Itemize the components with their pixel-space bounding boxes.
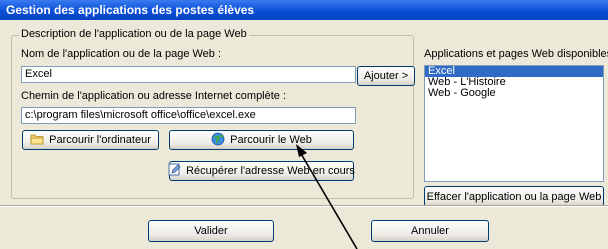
folder-icon (30, 133, 44, 148)
name-input[interactable]: Excel (21, 66, 356, 83)
browse-computer-label: Parcourir l'ordinateur (49, 134, 151, 146)
browse-web-label: Parcourir le Web (230, 134, 312, 146)
list-item[interactable]: Web - Google (425, 88, 603, 99)
edit-document-icon (168, 163, 181, 179)
validate-button[interactable]: Valider (148, 220, 274, 242)
available-list[interactable]: Excel Web - L'Histoire Web - Google (424, 65, 604, 182)
dialog-window: Gestion des applications des postes élèv… (0, 0, 608, 249)
add-button[interactable]: Ajouter > (357, 66, 415, 86)
description-group-legend: Description de l'application ou de la pa… (19, 28, 249, 41)
get-current-address-label: Récupérer l'adresse Web en cours (186, 165, 355, 177)
available-list-label: Applications et pages Web disponibles : (424, 48, 608, 60)
path-label: Chemin de l'application ou adresse Inter… (21, 90, 287, 102)
browse-computer-button[interactable]: Parcourir l'ordinateur (22, 130, 159, 150)
path-input[interactable]: c:\program files\microsoft office\office… (21, 107, 356, 124)
separator (0, 205, 608, 207)
globe-icon (211, 132, 225, 149)
get-current-address-button[interactable]: Récupérer l'adresse Web en cours (168, 161, 355, 181)
browse-web-button[interactable]: Parcourir le Web (169, 130, 354, 150)
delete-button[interactable]: Effacer l'application ou la page Web (424, 186, 604, 207)
title-bar[interactable]: Gestion des applications des postes élèv… (0, 0, 608, 20)
name-label: Nom de l'application ou de la page Web : (21, 48, 222, 60)
cancel-button[interactable]: Annuler (371, 220, 489, 242)
